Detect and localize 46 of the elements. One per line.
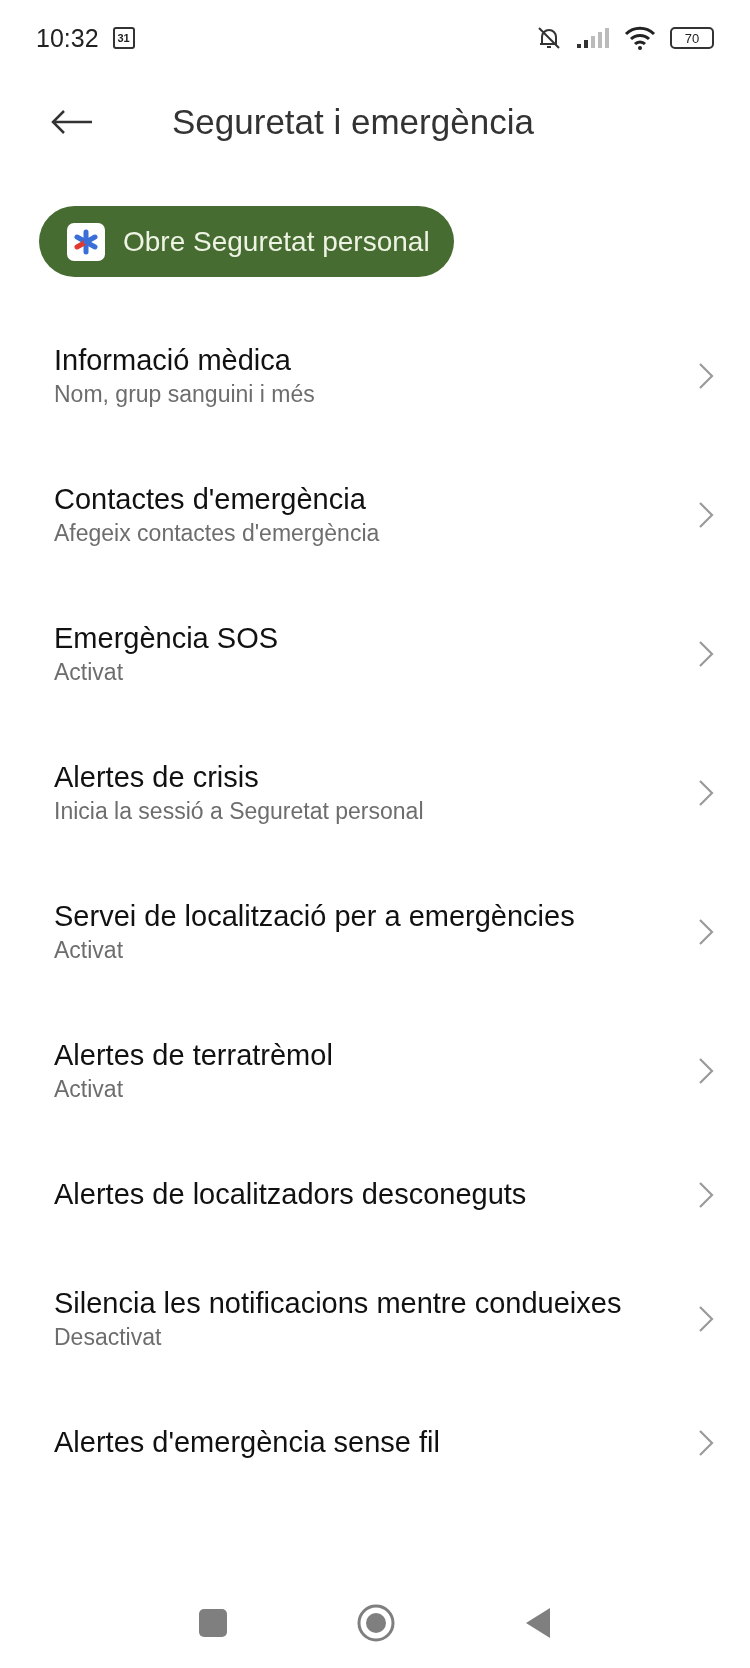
settings-row[interactable]: Alertes de crisis Inicia la sessió a Seguretat personal [0,723,750,862]
row-subtitle: Activat [54,936,125,964]
row-title: Servei de localització per a emergències [54,899,576,934]
row-title: Contactes d'emergència [54,482,367,517]
settings-row[interactable]: Contactes d'emergència Afegeix contactes d'emergència [0,445,750,584]
settings-row[interactable]: Emergència SOS Activat [0,584,750,723]
chevron-icon [698,1304,714,1333]
settings-row[interactable]: Silencia les notificacions mentre condueixes Desactivat [0,1249,750,1388]
settings-row[interactable]: Alertes d'emergència sense fil [0,1388,750,1497]
settings-row[interactable]: Servei de localització per a emergències Activat [0,862,750,1001]
row-title: Silencia les notificacions mentre condueixes [54,1286,623,1321]
chevron-icon [698,639,714,668]
row-subtitle: Nom, grup sanguini i més [54,380,316,408]
chevron-icon [698,361,714,390]
open-safety-button[interactable]: Obre Seguretat personal [39,206,454,277]
row-title: Informació mèdica [54,343,292,378]
battery-icon: 70 [670,27,714,49]
row-title: Alertes d'emergència sense fil [54,1425,441,1460]
wifi-icon [624,26,656,50]
row-title: Alertes de crisis [54,760,260,795]
asterisk-app-icon [67,222,105,261]
back-nav-icon[interactable] [525,1607,551,1639]
home-icon[interactable] [357,1604,395,1642]
chevron-icon [698,1180,714,1209]
row-subtitle: Desactivat [54,1323,163,1351]
calendar-icon: 31 [112,27,135,49]
row-subtitle: Activat [54,658,125,686]
settings-row[interactable]: Alertes de terratrèmol Activat [0,1001,750,1140]
row-title: Emergència SOS [54,621,280,656]
row-title: Alertes de terratrèmol [54,1038,334,1073]
row-subtitle: Activat [54,1075,125,1103]
signal-icon [576,27,610,49]
chevron-icon [698,1056,714,1085]
row-subtitle: Inicia la sessió a Seguretat personal [54,797,425,825]
bell-muted-icon [536,25,562,51]
status-time: 10:32 [36,23,99,53]
row-title: Alertes de localitzadors desconeguts [54,1177,528,1212]
chevron-icon [698,500,714,529]
row-subtitle: Afegeix contactes d'emergència [54,519,381,547]
chevron-icon [698,1428,714,1457]
chevron-icon [698,917,714,946]
settings-row[interactable]: Informació mèdica Nom, grup sanguini i més [0,306,750,445]
page-title: Seguretat i emergència [172,102,534,142]
recents-icon[interactable] [199,1609,227,1637]
settings-row[interactable]: Alertes de localitzadors desconeguts [0,1140,750,1249]
chevron-icon [698,778,714,807]
